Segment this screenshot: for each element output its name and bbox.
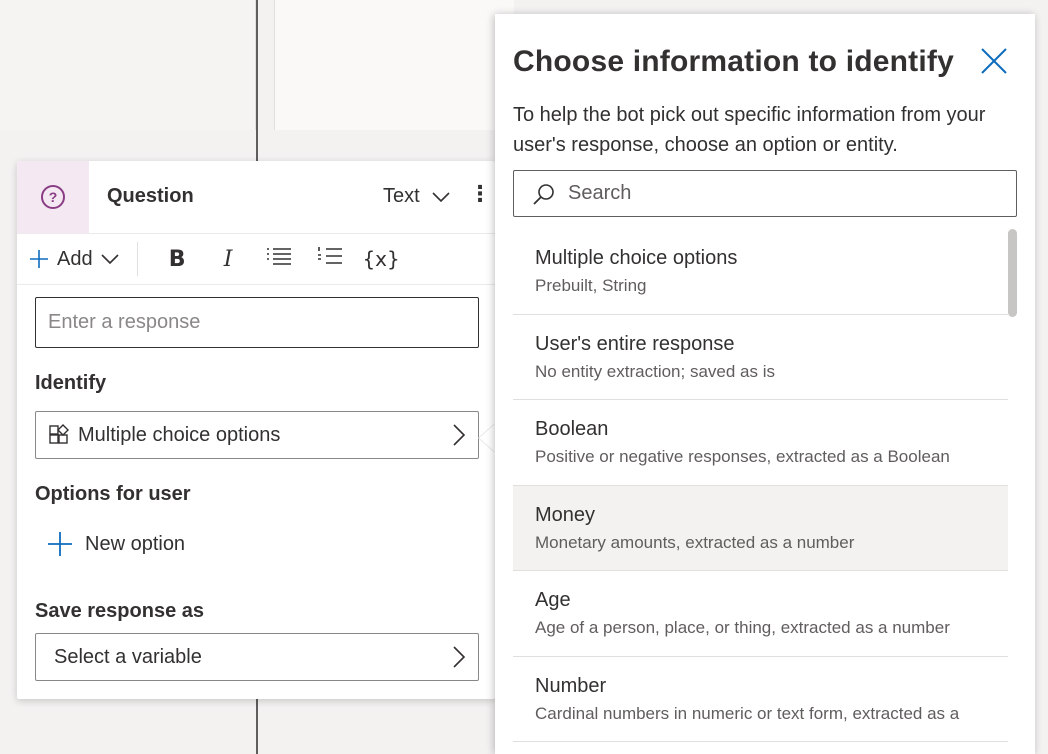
- save-response-label: Save response as: [35, 600, 204, 622]
- question-circle-icon: ?: [41, 185, 65, 209]
- entity-option-name: Age: [535, 589, 571, 611]
- question-node-title: Question: [107, 185, 194, 207]
- entity-option-name: User's entire response: [535, 332, 735, 355]
- entity-option[interactable]: Number Cardinal numbers in numeric or tex…: [513, 656, 1008, 742]
- entity-option-name: Boolean: [535, 418, 609, 440]
- entity-option-description: Age of a person, place, or thing, extrac…: [535, 618, 950, 637]
- entity-option[interactable]: Age Age of a person, place, or thing, ext…: [513, 571, 1008, 657]
- question-node-icon-box: ?: [17, 161, 89, 233]
- identify-select-value: Multiple choice options: [78, 423, 281, 446]
- new-option-button[interactable]: New option: [47, 531, 185, 557]
- entity-list-scrollbar[interactable]: [1008, 229, 1017, 317]
- question-type-dropdown[interactable]: Text: [383, 185, 450, 208]
- canvas-node-above-right: [274, 0, 514, 130]
- identify-label: Identify: [35, 372, 107, 394]
- entity-shapes-icon: [49, 424, 69, 444]
- choose-information-panel: Choose information to identify To help t…: [495, 14, 1035, 754]
- entity-option-description: Monetary amounts, extracted as a number: [535, 532, 855, 552]
- insert-variable-button[interactable]: {x}: [356, 247, 407, 271]
- question-type-label: Text: [383, 185, 420, 207]
- entity-option-name: Multiple choice options: [535, 247, 738, 269]
- close-icon[interactable]: [979, 46, 1009, 76]
- options-for-user-label: Options for user: [35, 483, 191, 505]
- entity-option-name: Money: [535, 503, 596, 526]
- panel-pointer: [479, 424, 495, 452]
- entity-option[interactable]: Multiple choice options Prebuilt, String: [513, 229, 1008, 315]
- italic-button[interactable]: I: [203, 247, 254, 272]
- more-options-icon[interactable]: ⋮: [469, 183, 491, 205]
- question-node-header: ? Question Text ⋮: [17, 161, 495, 233]
- entity-option-description: Prebuilt, String: [535, 276, 647, 295]
- identify-select[interactable]: Multiple choice options: [35, 411, 479, 459]
- bold-button[interactable]: B: [152, 247, 203, 272]
- canvas-node-above-left: [0, 0, 256, 130]
- entity-search-box[interactable]: [513, 170, 1017, 217]
- entity-option[interactable]: Boolean Positive or negative responses, e…: [513, 400, 1008, 486]
- panel-title: Choose information to identify: [513, 45, 954, 78]
- plus-icon: [30, 250, 48, 268]
- numbered-list-icon: [318, 247, 343, 264]
- chevron-right-icon: [453, 424, 466, 446]
- entity-option-description: Cardinal numbers in numeric or text form…: [535, 703, 960, 723]
- question-node: ? Question Text ⋮ Add B I {x} Identify: [17, 161, 495, 699]
- search-input[interactable]: [568, 182, 1016, 205]
- entity-option-name: Number: [535, 674, 607, 697]
- message-toolbar: Add B I {x}: [17, 233, 495, 285]
- toolbar-divider: [136, 242, 138, 276]
- response-input[interactable]: [35, 297, 479, 348]
- entity-option-description: Positive or negative responses, extracte…: [535, 447, 950, 466]
- new-option-label: New option: [85, 532, 186, 555]
- entity-list: Multiple choice options Prebuilt, String U…: [513, 229, 1008, 742]
- chevron-down-icon: [101, 254, 119, 265]
- entity-option[interactable]: Money Monetary amounts, extracted as a nu…: [513, 485, 1008, 571]
- bulleted-list-icon: [267, 248, 292, 265]
- numbered-list-button[interactable]: [305, 246, 356, 272]
- chevron-down-icon: [432, 191, 450, 202]
- add-button-label: Add: [57, 247, 93, 270]
- chevron-right-icon: [453, 646, 466, 668]
- panel-description: To help the bot pick out specific inform…: [513, 104, 986, 156]
- plus-icon: [48, 532, 72, 556]
- variable-select[interactable]: Select a variable: [35, 633, 479, 681]
- add-button[interactable]: Add: [29, 248, 119, 271]
- entity-option[interactable]: User's entire response No entity extracti…: [513, 314, 1008, 400]
- search-icon: [533, 183, 554, 205]
- bulleted-list-button[interactable]: [254, 246, 305, 272]
- variable-select-placeholder: Select a variable: [54, 645, 202, 668]
- entity-option-description: No entity extraction; saved as is: [535, 361, 776, 381]
